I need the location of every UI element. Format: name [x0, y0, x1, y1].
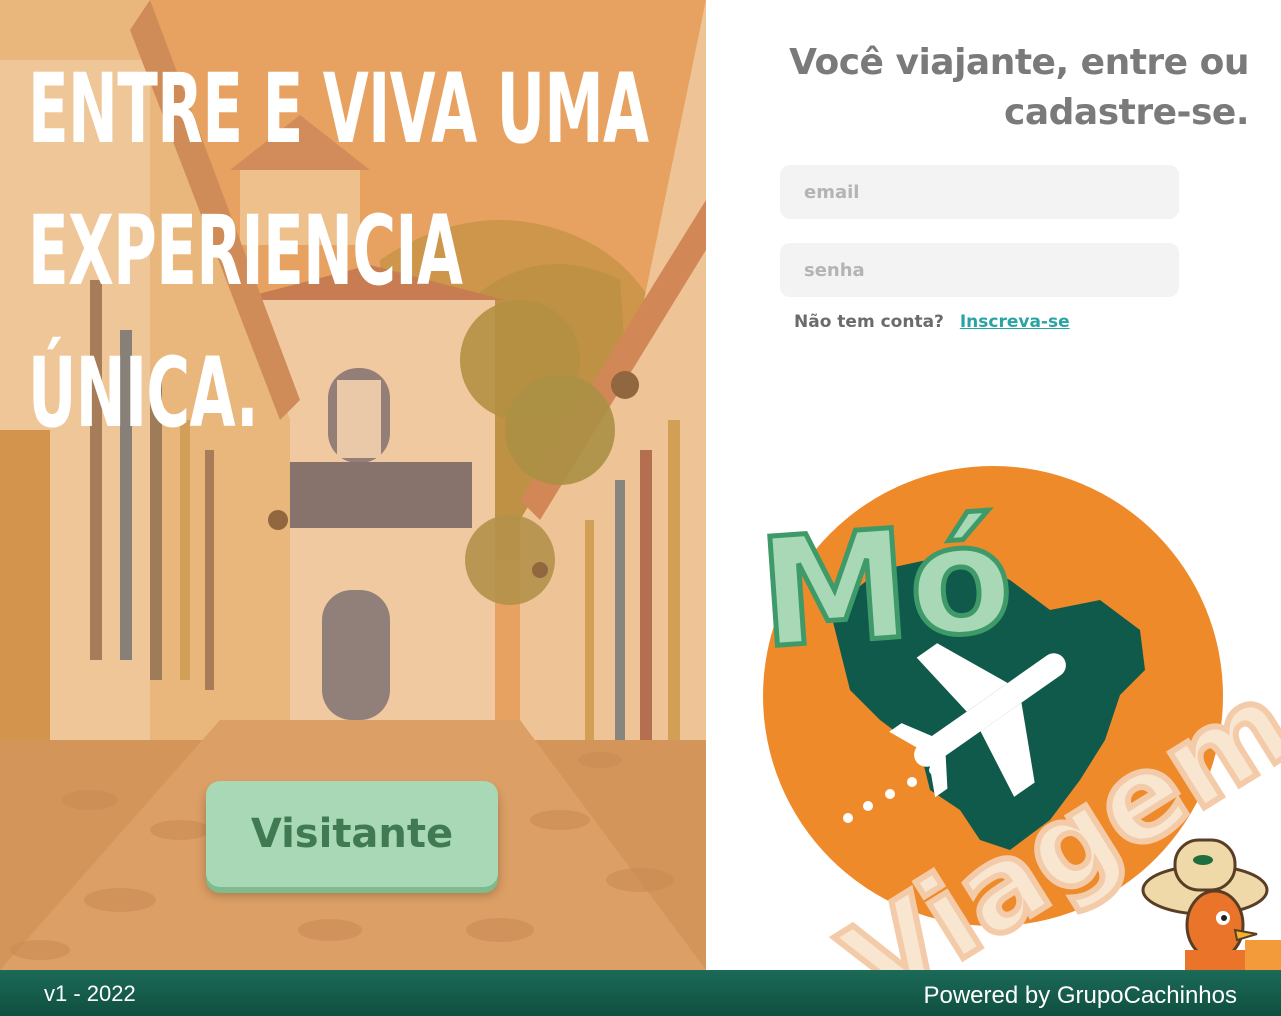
hero-headline: ENTRE E VIVA UMA EXPERIENCIA ÚNICA.: [28, 38, 649, 464]
login-title: Você viajante, entre ou cadastre-se.: [789, 38, 1249, 138]
no-account-text: Não tem conta?: [794, 312, 944, 332]
hero-panel: ENTRE E VIVA UMA EXPERIENCIA ÚNICA. Visi…: [0, 0, 706, 970]
mo-viagem-logo: Mó Viagem: [752, 466, 1281, 970]
headline-line-2: EXPERIENCIA: [28, 195, 463, 307]
signup-row: Não tem conta? Inscreva-se: [794, 312, 1070, 332]
version-label: v1 - 2022: [44, 981, 136, 1006]
powered-by-label: Powered by GrupoCachinhos: [923, 982, 1237, 1009]
email-field[interactable]: [780, 165, 1179, 219]
password-field[interactable]: [780, 243, 1179, 297]
headline-line-3: ÚNICA.: [28, 337, 259, 449]
headline-line-1: ENTRE E VIVA UMA: [28, 53, 649, 165]
signup-link[interactable]: Inscreva-se: [960, 312, 1070, 332]
logo-word-mo: Mó: [754, 491, 1018, 682]
login-title-line-2: cadastre-se.: [1004, 92, 1249, 133]
login-title-line-1: Você viajante, entre ou: [789, 42, 1249, 83]
footer: v1 - 2022 Powered by GrupoCachinhos: [0, 970, 1281, 1016]
visitor-button[interactable]: Visitante: [206, 781, 498, 887]
